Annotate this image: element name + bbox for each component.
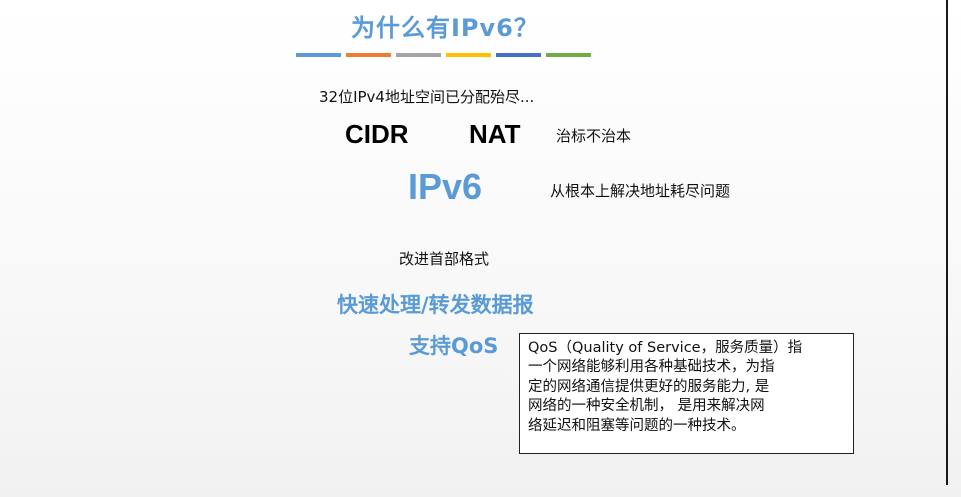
slide: 为什么有IPv6？ 32位IPv4地址空间已分配殆尽... CIDR NAT 治… (0, 0, 961, 497)
color-bar-4 (446, 53, 491, 57)
qos-definition-box: QoS（Quality of Service，服务质量）指 一个网络能够利用各种… (519, 333, 854, 454)
nat-label: NAT (469, 119, 521, 149)
qos-line-4: 网络的一种安全机制， 是用来解决网 (528, 398, 765, 415)
fast-forward-text: 快速处理/转发数据报 (337, 293, 534, 317)
color-bar-6 (546, 53, 591, 57)
color-bar-2 (346, 53, 391, 57)
color-bar-5 (496, 53, 541, 57)
improve-header-text: 改进首部格式 (399, 250, 490, 268)
qos-line-5: 络延迟和阻塞等问题的一种技术。 (528, 417, 746, 434)
cidr-nat-note: 治标不治本 (556, 127, 632, 145)
cidr-label: CIDR (345, 119, 409, 149)
qos-line-3: 定的网络通信提供更好的服务能力, 是 (528, 378, 770, 395)
ipv6-label: IPv6 (408, 166, 483, 207)
qos-line-1: QoS（Quality of Service，服务质量）指 (528, 340, 803, 356)
slide-title: 为什么有IPv6？ (351, 14, 539, 42)
ipv6-note: 从根本上解决地址耗尽问题 (550, 182, 731, 200)
color-bar-3 (396, 53, 441, 57)
slide-right-border (946, 0, 948, 485)
qos-line-2: 一个网络能够利用各种基础技术，为指 (528, 359, 775, 376)
color-bar-1 (296, 53, 341, 57)
ipv4-exhausted-text: 32位IPv4地址空间已分配殆尽... (319, 88, 535, 106)
support-qos-text: 支持QoS (409, 334, 499, 358)
